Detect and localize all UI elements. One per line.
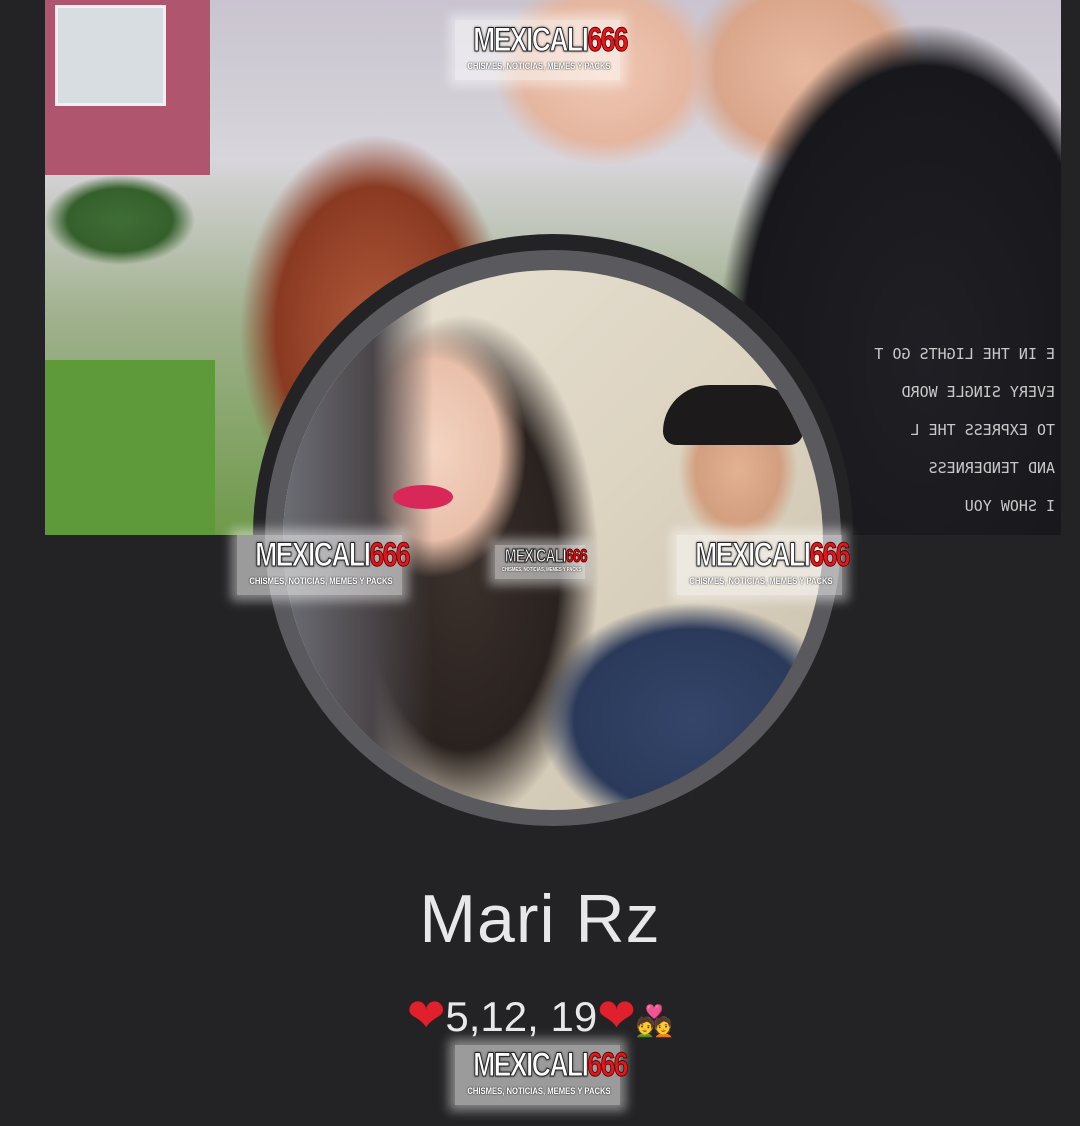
- profile-name: Mari Rz: [419, 881, 661, 957]
- profile-bio: ❤5,12, 19❤💑: [0, 988, 1080, 1042]
- heart-icon: ❤: [597, 989, 636, 1041]
- cover-grass: [45, 360, 215, 535]
- cover-window: [55, 5, 166, 106]
- cover-trees: [45, 175, 195, 265]
- bio-text: 5,12, 19: [445, 993, 598, 1040]
- cover-hoodie-text: E IN THE LIGHTS GO T EVERY SINGLE WORD T…: [874, 345, 1055, 515]
- watermark-logo: MEXICALI666 CHISMES, NOTICIAS, MEMES Y P…: [455, 1045, 629, 1105]
- cover-building: [45, 0, 210, 175]
- heart-icon: ❤: [406, 989, 446, 1041]
- couple-icon: 💑: [635, 1005, 674, 1038]
- watermark-logo: MEXICALI666 CHISMES, NOTICIAS, MEMES Y P…: [677, 535, 851, 595]
- avatar-man-hair: [663, 385, 803, 445]
- watermark-logo-small: MEXICALI666 CHISMES, NOTICIAS, MEMES Y P…: [495, 545, 588, 579]
- watermark-logo: MEXICALI666 CHISMES, NOTICIAS, MEMES Y P…: [237, 535, 411, 595]
- watermark-logo: MEXICALI666 CHISMES, NOTICIAS, MEMES Y P…: [455, 20, 629, 80]
- avatar-lips: [393, 485, 453, 509]
- profile-page: E IN THE LIGHTS GO T EVERY SINGLE WORD T…: [0, 0, 1080, 1126]
